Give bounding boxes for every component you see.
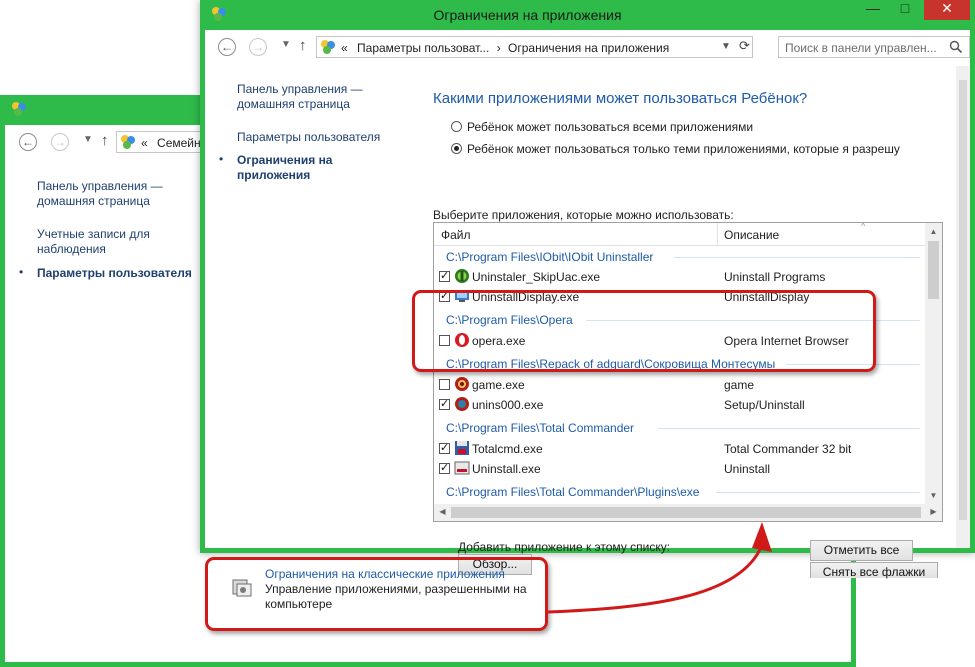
annotation-arrow-icon bbox=[547, 522, 772, 614]
